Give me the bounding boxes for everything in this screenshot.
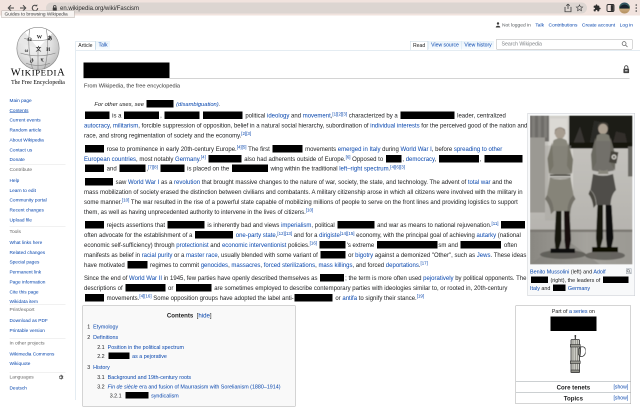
svg-text:あ: あ <box>47 35 52 42</box>
svg-text:ω: ω <box>25 48 29 54</box>
svg-text:И: И <box>46 47 50 53</box>
svg-text:ق: ق <box>30 57 34 63</box>
svg-text:W: W <box>37 34 43 40</box>
svg-text:Ω: Ω <box>27 37 32 43</box>
